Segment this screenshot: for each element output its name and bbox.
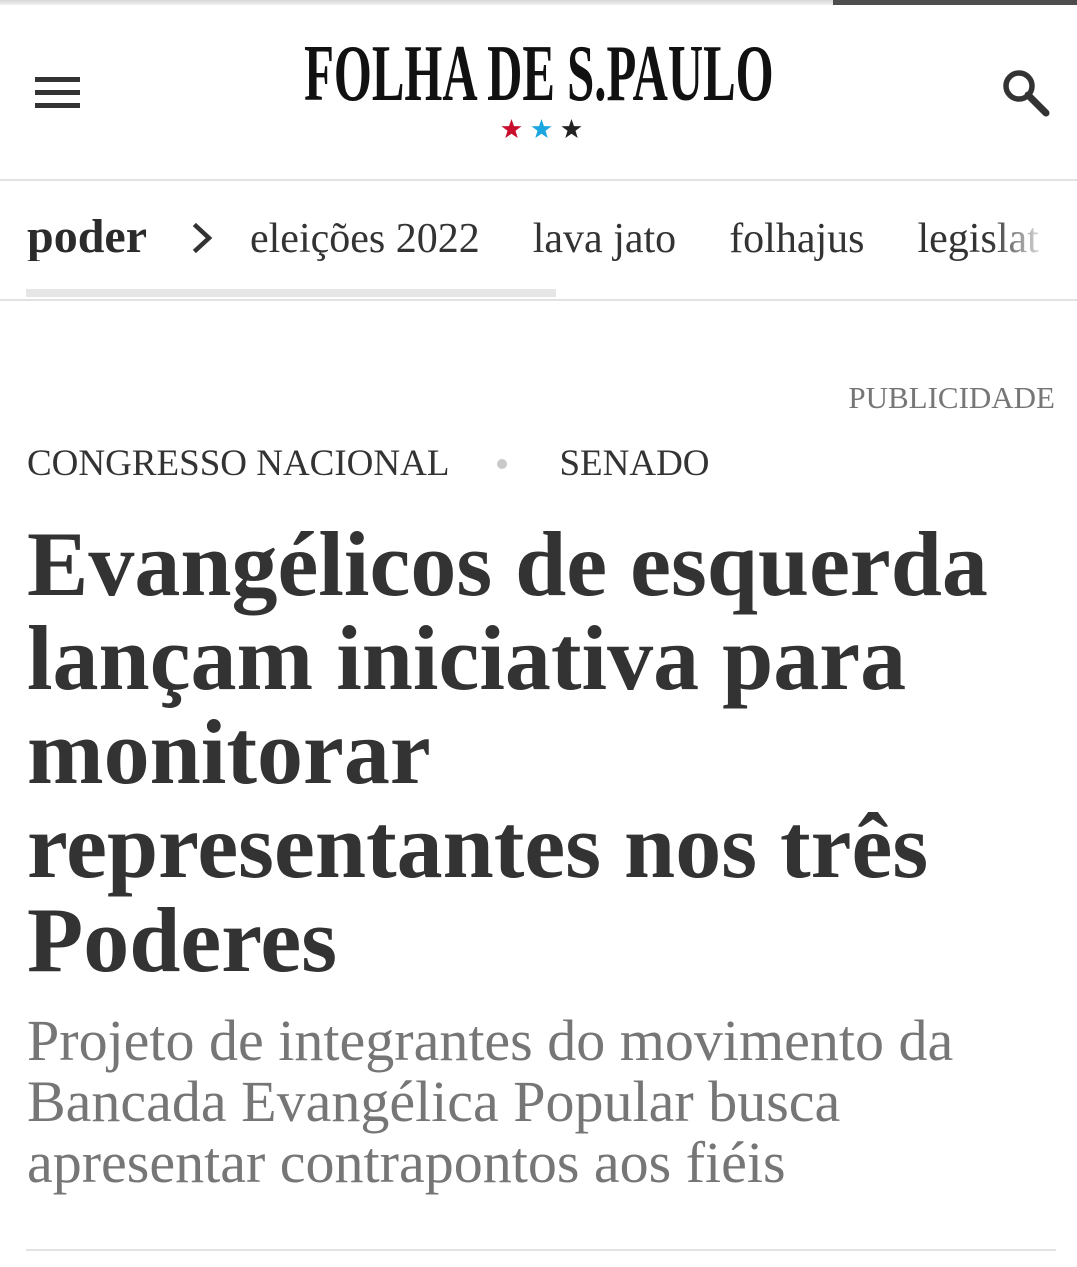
nav-item-folhajus[interactable]: folhajus [729, 218, 864, 260]
logo-container: FOLHA DE S.PAULO [0, 34, 1077, 114]
article-headline: Evangélicos de esquerda lançam iniciativ… [27, 513, 988, 991]
nav-scroll-indicator[interactable] [26, 289, 556, 297]
star-shape [501, 118, 522, 139]
nav-item-eleicoes-2022[interactable]: eleições 2022 [250, 218, 480, 260]
article-header-divider [26, 1249, 1056, 1251]
star-shape [561, 118, 582, 139]
top-edge-dark-segment [833, 0, 1077, 5]
kicker-senado[interactable]: SENADO [559, 445, 709, 482]
star-shape [531, 118, 552, 139]
article-kicker: CONGRESSO NACIONAL SENADO [27, 445, 710, 482]
article-subtitle: Projeto de integrantes do movimento da B… [27, 1008, 954, 1195]
ad-label: PUBLICIDADE [848, 380, 1055, 415]
chevron-right-icon [192, 223, 213, 253]
search-icon[interactable] [998, 66, 1052, 120]
black-star-icon [561, 118, 582, 139]
nav-scroll-fade [990, 181, 1077, 298]
nav-divider [0, 299, 1077, 301]
blue-star-icon [531, 118, 552, 139]
kicker-separator-dot [497, 458, 508, 469]
nav-item-lava-jato[interactable]: lava jato [533, 218, 676, 260]
kicker-congresso-nacional[interactable]: CONGRESSO NACIONAL [27, 445, 449, 482]
header-divider [0, 179, 1077, 181]
site-logo[interactable]: FOLHA DE S.PAULO [304, 34, 774, 114]
section-nav-row: poder eleições 2022 lava jato folhajus l… [27, 213, 1077, 261]
nav-current-section[interactable]: poder [27, 213, 147, 261]
red-star-icon [501, 118, 522, 139]
